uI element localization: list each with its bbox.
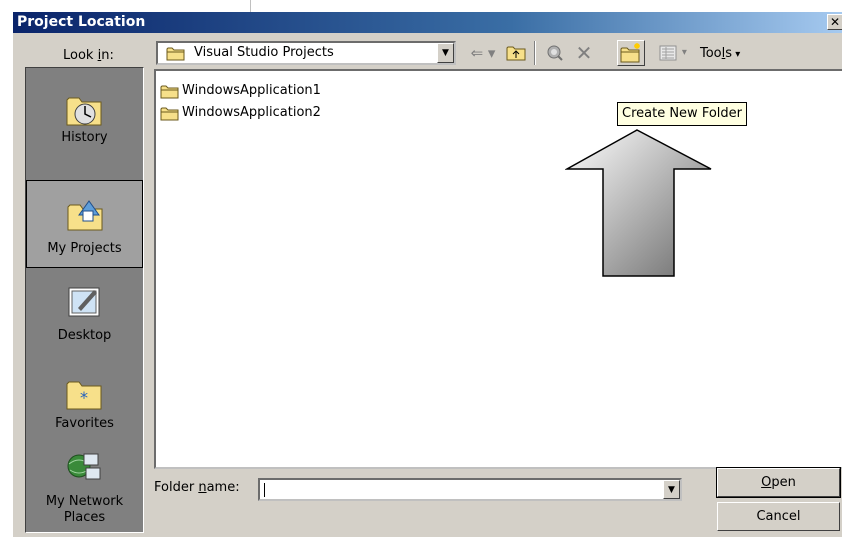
history-icon (66, 97, 102, 126)
views-button[interactable]: ▾ (653, 42, 693, 64)
delete-button[interactable]: ✕ (573, 42, 595, 64)
folder-name-accelerator: n (198, 480, 207, 495)
look-in-dropdown[interactable]: Visual Studio Projects ▼ (156, 41, 456, 65)
dialog-title: Project Location (17, 14, 146, 30)
close-icon: ✕ (829, 15, 841, 29)
look-in-label: Look in: (63, 48, 114, 63)
folder-name-label: Folder name: (154, 480, 240, 495)
toolbar-separator (534, 41, 536, 65)
up-one-level-button[interactable] (503, 42, 529, 64)
file-name: WindowsApplication2 (182, 105, 321, 120)
search-web-button[interactable] (543, 42, 567, 64)
folder-icon (160, 107, 179, 121)
text-caret (264, 483, 265, 497)
open-accelerator: O (761, 475, 772, 490)
place-my-network-label-line1: My Network (45, 494, 124, 509)
place-desktop-label: Desktop (57, 328, 112, 343)
desktop-icon (68, 287, 100, 317)
place-favorites[interactable]: * Favorites (26, 356, 143, 444)
favorites-icon: * (66, 381, 102, 410)
chevron-down-icon: ▼ (442, 48, 449, 58)
chevron-down-icon: ▼ (668, 485, 675, 495)
look-in-label-text: Look (63, 48, 98, 63)
svg-text:*: * (80, 388, 88, 407)
place-history[interactable]: History (26, 68, 143, 156)
open-label: pen (771, 475, 796, 490)
place-history-label: History (61, 130, 108, 145)
folder-name-label-text: Folder (154, 480, 199, 495)
file-name: WindowsApplication1 (182, 83, 321, 98)
title-bar: Project Location ✕ (13, 12, 842, 33)
annotation-arrow-icon (565, 129, 712, 277)
file-list[interactable]: WindowsApplication1 WindowsApplication2 (154, 69, 842, 469)
folder-icon (166, 47, 185, 61)
close-button[interactable]: ✕ (827, 14, 842, 30)
place-my-network-places[interactable]: My Network Places (26, 444, 143, 532)
open-button[interactable]: Open (716, 467, 841, 498)
place-my-network-label-line2: Places (63, 510, 106, 525)
folder-name-input[interactable]: ▼ (258, 478, 682, 501)
place-my-projects[interactable]: My Projects (26, 180, 143, 268)
look-in-label-suffix: n: (101, 48, 114, 63)
project-location-dialog: Project Location ✕ Look in: Visual Studi… (12, 12, 842, 537)
background-window (0, 0, 842, 12)
views-chevron-icon: ▾ (681, 47, 687, 58)
place-favorites-label: Favorites (55, 416, 114, 431)
new-folder-icon (620, 43, 640, 63)
tooltip: Create New Folder (617, 102, 747, 126)
cancel-label: Cancel (756, 509, 801, 524)
folder-name-label-suffix: ame: (206, 480, 240, 495)
place-desktop[interactable]: Desktop (26, 268, 143, 356)
folder-name-dropdown-arrow[interactable]: ▼ (663, 480, 680, 499)
look-in-dropdown-arrow[interactable]: ▼ (437, 43, 454, 63)
chevron-down-icon: ▾ (732, 49, 741, 60)
search-web-icon (547, 45, 563, 61)
background-divider (250, 0, 251, 12)
places-bar: History My Projects Desktop * Favorites (25, 67, 144, 533)
tools-label: Too (700, 46, 722, 61)
network-places-icon (67, 453, 101, 480)
back-arrow-icon: ⇐ ▾ (470, 44, 496, 62)
views-icon (659, 45, 677, 61)
my-projects-icon (67, 200, 103, 231)
folder-icon (160, 85, 179, 99)
delete-icon: ✕ (575, 41, 593, 65)
cancel-button[interactable]: Cancel (717, 502, 840, 531)
place-my-projects-label: My Projects (47, 241, 122, 256)
look-in-value: Visual Studio Projects (194, 45, 334, 60)
up-one-level-icon (506, 46, 526, 61)
tools-menu[interactable]: Tools ▾ (700, 46, 740, 61)
back-button[interactable]: ⇐ ▾ (468, 42, 498, 64)
create-new-folder-button[interactable] (617, 40, 645, 66)
